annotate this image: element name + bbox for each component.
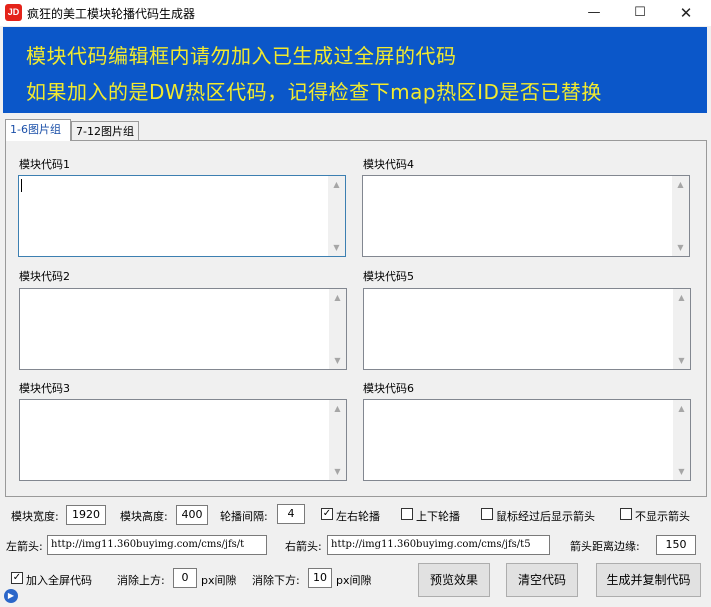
text-caret bbox=[21, 179, 22, 192]
hover-arrow-checkbox[interactable] bbox=[481, 508, 493, 520]
preview-button[interactable]: 预览效果 bbox=[418, 563, 490, 597]
module-2-label: 模块代码2 bbox=[19, 270, 70, 283]
scrollbar[interactable]: ▲ ▼ bbox=[672, 176, 689, 256]
fullscreen-checkbox[interactable]: ✓ bbox=[11, 572, 23, 584]
lr-carousel-checkbox[interactable]: ✓ bbox=[321, 508, 333, 520]
module-6-label: 模块代码6 bbox=[363, 382, 414, 395]
close-button[interactable]: ✕ bbox=[663, 0, 709, 26]
module-3-textarea[interactable]: ▲ ▼ bbox=[19, 399, 347, 481]
remove-bottom-label: 消除下方: bbox=[252, 574, 300, 587]
right-arrow-url-input[interactable]: http://img11.360buyimg.com/cms/jfs/t5 bbox=[327, 535, 550, 555]
tab-group-1-6[interactable]: 1-6图片组 bbox=[5, 119, 71, 141]
status-icon: ▶ bbox=[4, 589, 18, 603]
minimize-button[interactable]: — bbox=[571, 0, 617, 26]
right-arrow-label: 右箭头: bbox=[285, 540, 322, 553]
module-4-textarea[interactable]: ▲ ▼ bbox=[362, 175, 690, 257]
scrollbar[interactable]: ▲ ▼ bbox=[329, 400, 346, 480]
ud-carousel-label[interactable]: 上下轮播 bbox=[416, 508, 460, 524]
module-6-textarea[interactable]: ▲ ▼ bbox=[363, 399, 691, 481]
window-title: 疯狂的美工模块轮播代码生成器 bbox=[27, 7, 196, 21]
left-arrow-url-input[interactable]: http://img11.360buyimg.com/cms/jfs/t bbox=[47, 535, 267, 555]
scroll-down-icon[interactable]: ▼ bbox=[673, 463, 690, 480]
module-1-label: 模块代码1 bbox=[19, 158, 70, 171]
clear-code-button[interactable]: 清空代码 bbox=[506, 563, 578, 597]
scroll-down-icon[interactable]: ▼ bbox=[328, 239, 345, 256]
interval-label: 轮播间隔: bbox=[220, 510, 268, 523]
module-5-label: 模块代码5 bbox=[363, 270, 414, 283]
remove-bottom-input[interactable]: 10 bbox=[308, 568, 332, 588]
scroll-down-icon[interactable]: ▼ bbox=[329, 463, 346, 480]
remove-top-input[interactable]: 0 bbox=[173, 568, 197, 588]
fullscreen-label[interactable]: 加入全屏代码 bbox=[26, 572, 92, 588]
scroll-up-icon[interactable]: ▲ bbox=[329, 289, 346, 306]
banner-line-1: 模块代码编辑框内请勿加入已生成过全屏的代码 bbox=[26, 44, 457, 68]
remove-top-unit: px间隙 bbox=[201, 574, 237, 587]
arrow-edge-label: 箭头距离边缘: bbox=[570, 540, 640, 553]
banner-line-2: 如果加入的是DW热区代码，记得检查下map热区ID是否已替换 bbox=[26, 80, 602, 104]
scroll-down-icon[interactable]: ▼ bbox=[329, 352, 346, 369]
tab-group-7-12[interactable]: 7-12图片组 bbox=[71, 121, 139, 141]
ud-carousel-checkbox[interactable] bbox=[401, 508, 413, 520]
scroll-up-icon[interactable]: ▲ bbox=[329, 400, 346, 417]
arrow-edge-input[interactable]: 150 bbox=[656, 535, 696, 555]
module-1-textarea[interactable]: ▲ ▼ bbox=[18, 175, 346, 257]
module-height-label: 模块高度: bbox=[120, 510, 168, 523]
scrollbar[interactable]: ▲ ▼ bbox=[673, 400, 690, 480]
generate-copy-button[interactable]: 生成并复制代码 bbox=[596, 563, 701, 597]
no-arrow-checkbox[interactable] bbox=[620, 508, 632, 520]
left-arrow-label: 左箭头: bbox=[6, 540, 43, 553]
module-5-textarea[interactable]: ▲ ▼ bbox=[363, 288, 691, 370]
module-2-textarea[interactable]: ▲ ▼ bbox=[19, 288, 347, 370]
remove-top-label: 消除上方: bbox=[117, 574, 165, 587]
hover-arrow-label[interactable]: 鼠标经过后显示箭头 bbox=[496, 508, 595, 524]
module-height-input[interactable]: 400 bbox=[176, 505, 208, 525]
module-width-label: 模块宽度: bbox=[11, 510, 59, 523]
scroll-up-icon[interactable]: ▲ bbox=[328, 176, 345, 193]
scrollbar[interactable]: ▲ ▼ bbox=[328, 176, 345, 256]
scroll-up-icon[interactable]: ▲ bbox=[673, 400, 690, 417]
module-3-label: 模块代码3 bbox=[19, 382, 70, 395]
scroll-down-icon[interactable]: ▼ bbox=[673, 352, 690, 369]
scroll-down-icon[interactable]: ▼ bbox=[672, 239, 689, 256]
remove-bottom-unit: px间隙 bbox=[336, 574, 372, 587]
app-icon: JD bbox=[5, 4, 22, 21]
scroll-up-icon[interactable]: ▲ bbox=[673, 289, 690, 306]
scroll-up-icon[interactable]: ▲ bbox=[672, 176, 689, 193]
scrollbar[interactable]: ▲ ▼ bbox=[673, 289, 690, 369]
no-arrow-label[interactable]: 不显示箭头 bbox=[635, 508, 690, 524]
scrollbar[interactable]: ▲ ▼ bbox=[329, 289, 346, 369]
maximize-button[interactable]: ☐ bbox=[617, 0, 663, 26]
lr-carousel-label[interactable]: 左右轮播 bbox=[336, 508, 380, 524]
interval-input[interactable]: 4 bbox=[277, 504, 305, 524]
module-4-label: 模块代码4 bbox=[363, 158, 414, 171]
module-width-input[interactable]: 1920 bbox=[66, 505, 106, 525]
